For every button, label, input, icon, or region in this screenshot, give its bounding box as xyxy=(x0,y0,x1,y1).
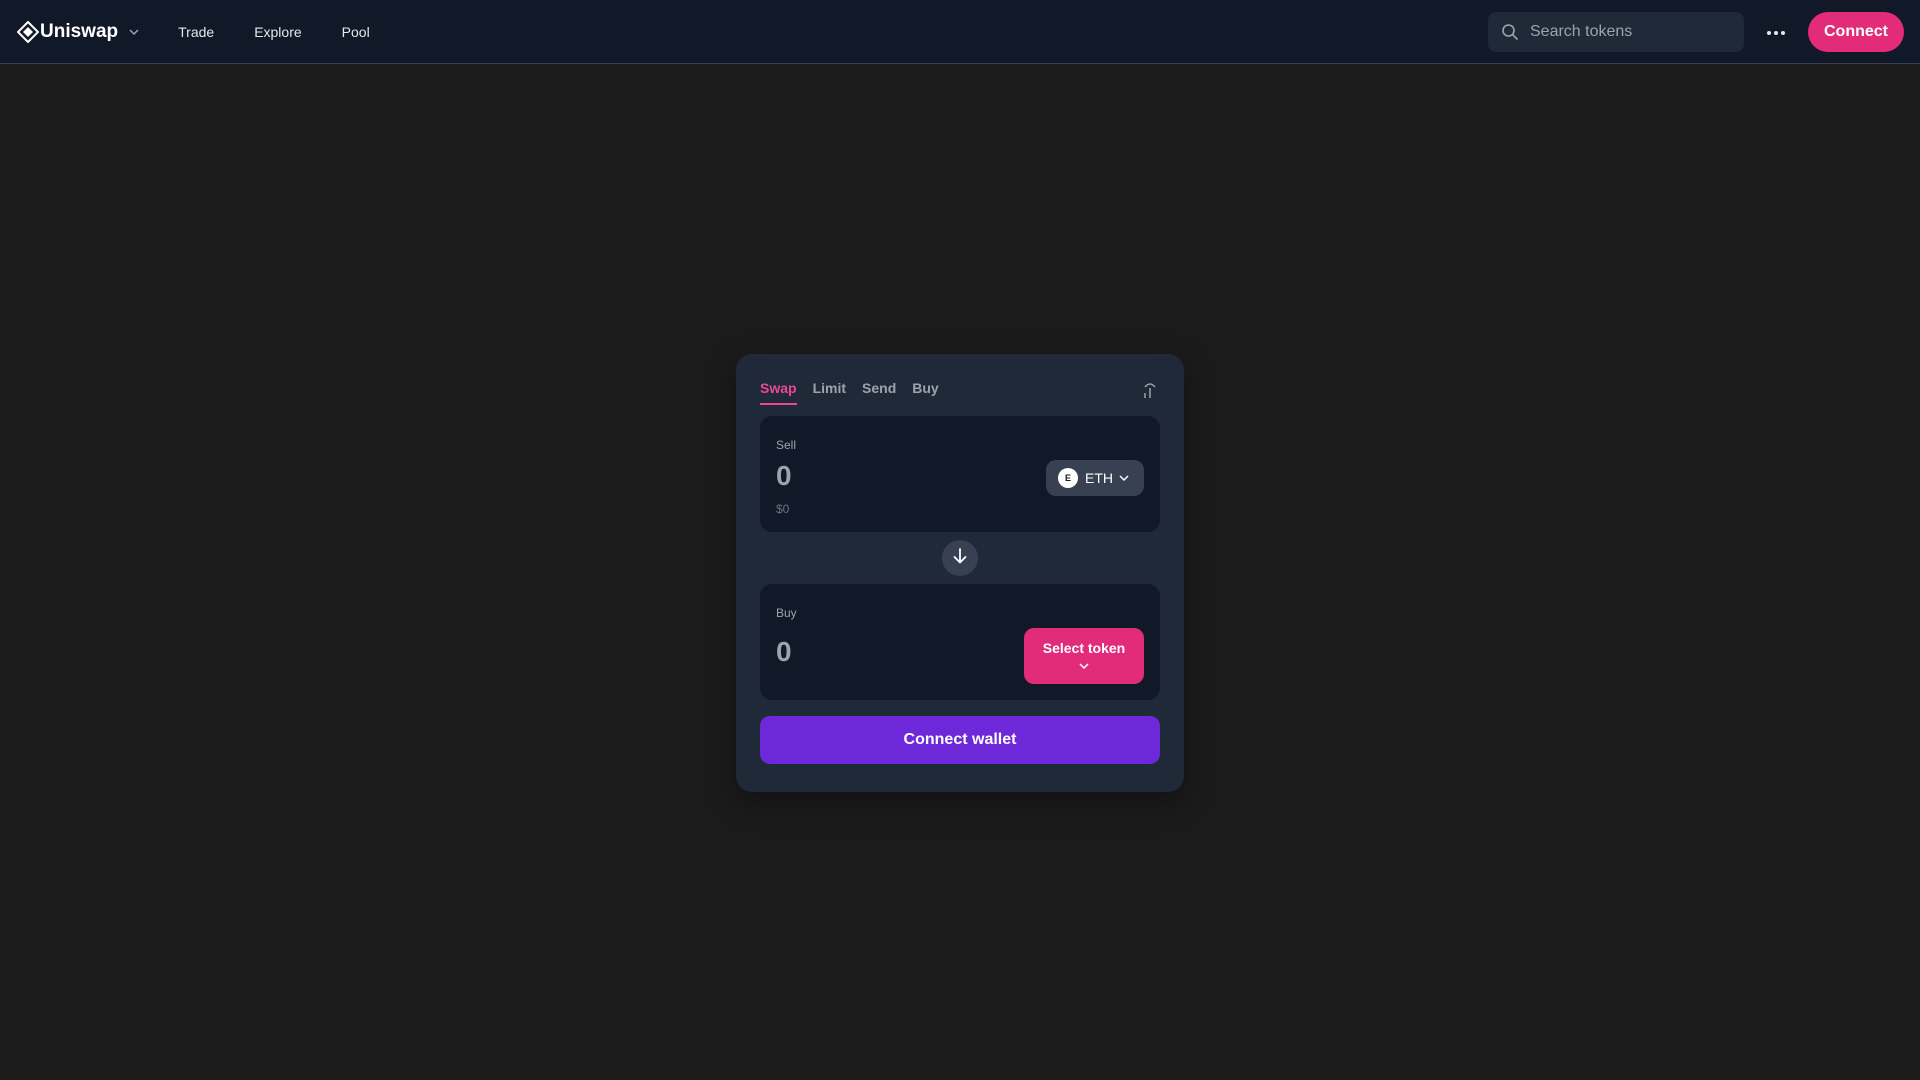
switch-direction-button[interactable] xyxy=(942,540,978,576)
switch-wrapper xyxy=(760,532,1160,584)
sell-panel: Sell $0 E ETH xyxy=(760,416,1160,532)
connect-button[interactable]: Connect xyxy=(1808,11,1904,52)
swap-card: Swap Limit Send Buy Sell $0 E ETH xyxy=(736,354,1184,792)
select-token-button[interactable]: Select token xyxy=(1024,628,1144,684)
chevron-down-icon xyxy=(1118,472,1130,484)
sell-token-selector[interactable]: E ETH xyxy=(1046,460,1144,496)
eth-token-icon: E xyxy=(1058,468,1078,488)
tab-swap[interactable]: Swap xyxy=(760,378,797,405)
settings-icon[interactable] xyxy=(1140,380,1160,400)
sell-token-symbol: ETH xyxy=(1085,470,1113,486)
search-bar[interactable] xyxy=(1488,11,1744,52)
sell-usd-value: $0 xyxy=(776,502,790,516)
buy-amount-input[interactable] xyxy=(776,636,976,668)
top-navigation-bar: Uniswap Trade Explore Pool Connect xyxy=(0,0,1920,64)
tab-buy[interactable]: Buy xyxy=(912,378,938,403)
search-icon xyxy=(1500,22,1520,42)
nav-trade[interactable]: Trade xyxy=(178,22,214,42)
sell-amount-input[interactable] xyxy=(776,460,976,492)
chevron-down-icon xyxy=(127,25,141,39)
brand-name: Uniswap xyxy=(40,20,119,42)
buy-panel: Buy Select token xyxy=(760,584,1160,700)
main-nav: Trade Explore Pool xyxy=(178,22,410,42)
more-horizontal-icon xyxy=(1766,23,1786,41)
arrow-down-icon xyxy=(951,547,969,570)
brand-menu[interactable]: Uniswap xyxy=(16,20,141,44)
buy-label: Buy xyxy=(776,606,797,620)
select-token-label: Select token xyxy=(1042,640,1126,656)
sell-label: Sell xyxy=(776,438,797,452)
tab-send[interactable]: Send xyxy=(862,378,896,403)
more-options-button[interactable] xyxy=(1756,12,1796,52)
tab-limit[interactable]: Limit xyxy=(813,378,846,403)
search-input[interactable] xyxy=(1530,22,1730,41)
connect-wallet-button[interactable]: Connect wallet xyxy=(760,716,1160,764)
uniswap-logo-icon xyxy=(16,20,40,44)
chevron-down-icon xyxy=(1078,660,1090,672)
nav-pool[interactable]: Pool xyxy=(342,22,370,42)
nav-explore[interactable]: Explore xyxy=(254,22,301,42)
swap-tabs: Swap Limit Send Buy xyxy=(760,378,1160,408)
